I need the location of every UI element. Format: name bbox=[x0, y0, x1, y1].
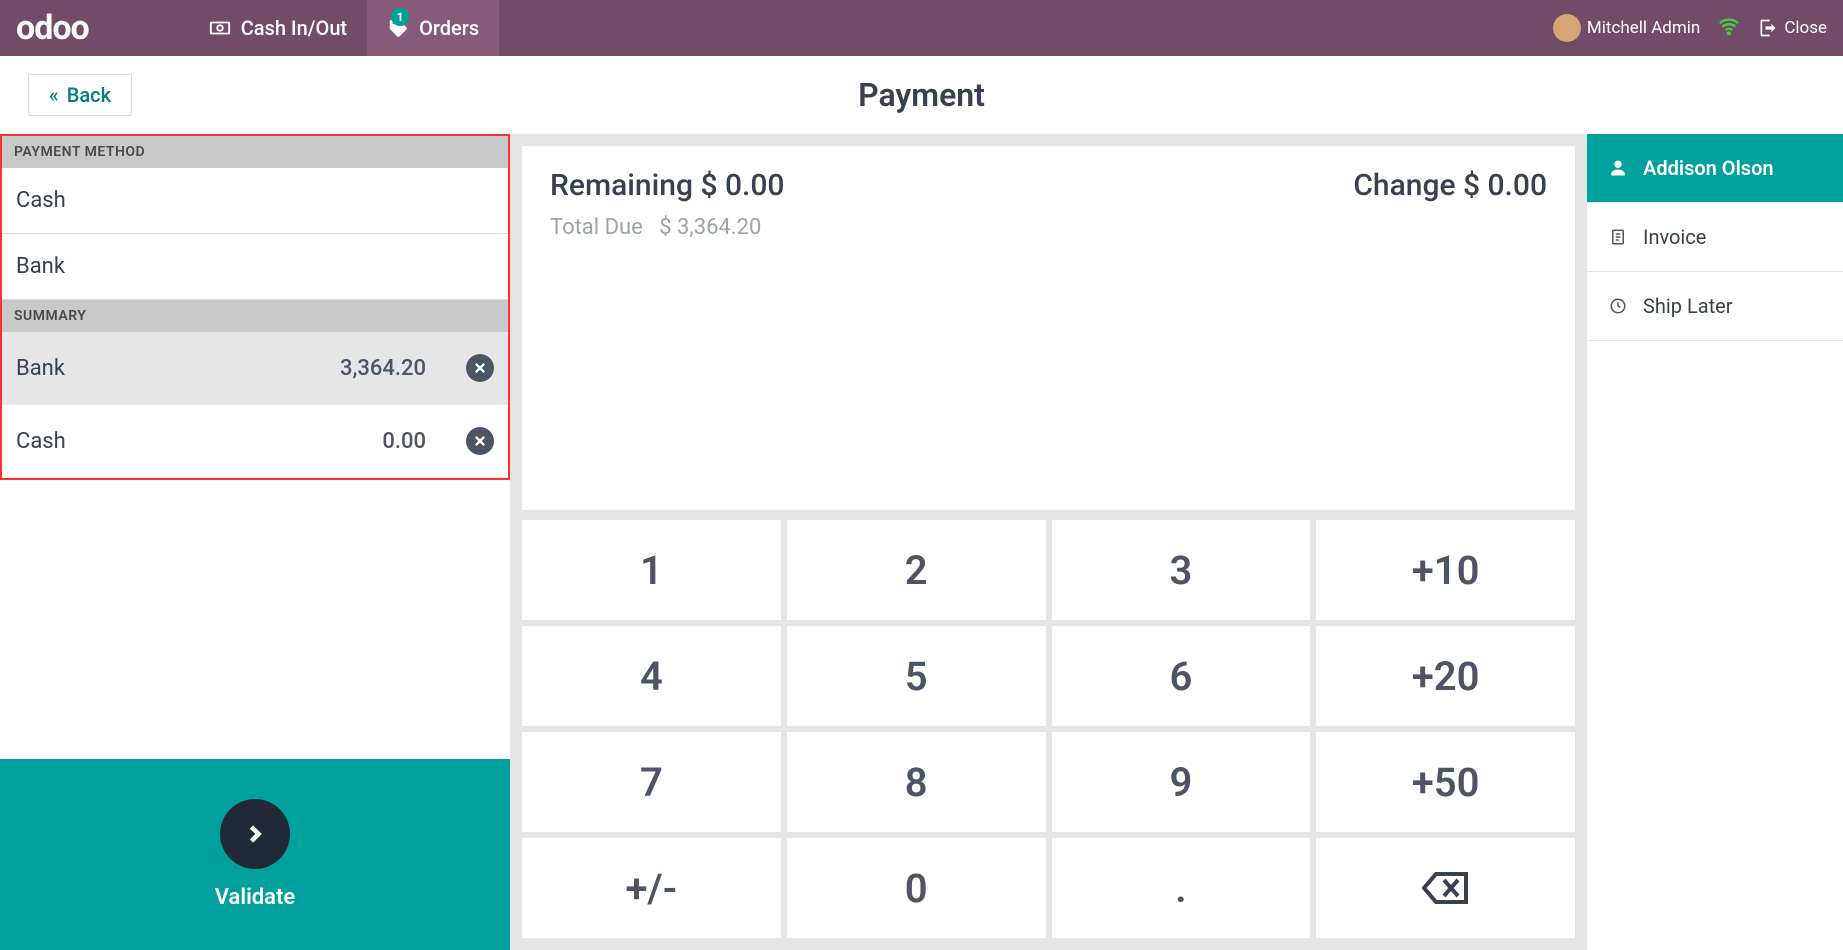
summary-row-cash[interactable]: Cash 0.00 bbox=[2, 405, 508, 478]
total-due-block: Total Due $ 3,364.20 bbox=[550, 215, 1547, 240]
info-panel: Remaining $ 0.00 Change $ 0.00 Total Due… bbox=[522, 146, 1575, 510]
right-column: Addison Olson Invoice Ship Later bbox=[1587, 134, 1843, 950]
close-button[interactable]: Close bbox=[1758, 18, 1827, 38]
change-value: $ 0.00 bbox=[1463, 168, 1547, 203]
cash-icon bbox=[209, 17, 231, 39]
remaining-value: $ 0.00 bbox=[700, 168, 784, 203]
nav-orders-label: Orders bbox=[419, 16, 479, 40]
user-name: Mitchell Admin bbox=[1587, 18, 1700, 38]
numpad-2[interactable]: 2 bbox=[787, 520, 1046, 620]
main: PAYMENT METHOD Cash Bank SUMMARY Bank 3,… bbox=[0, 134, 1843, 950]
customer-name: Addison Olson bbox=[1643, 156, 1774, 180]
invoice-button[interactable]: Invoice bbox=[1587, 203, 1843, 272]
payment-panel: PAYMENT METHOD Cash Bank SUMMARY Bank 3,… bbox=[0, 134, 510, 480]
validate-circle bbox=[220, 799, 290, 869]
topbar-right: Mitchell Admin Close bbox=[1553, 14, 1827, 42]
back-button[interactable]: « Back bbox=[28, 74, 132, 116]
remaining-label: Remaining bbox=[550, 168, 693, 203]
odoo-logo: odoo bbox=[16, 8, 89, 48]
numpad-plus-50[interactable]: +50 bbox=[1316, 732, 1575, 832]
wifi-icon bbox=[1718, 15, 1740, 42]
numpad-4[interactable]: 4 bbox=[522, 626, 781, 726]
subheader: « Back Payment bbox=[0, 56, 1843, 134]
page-title: Payment bbox=[858, 76, 985, 114]
left-column: PAYMENT METHOD Cash Bank SUMMARY Bank 3,… bbox=[0, 134, 510, 950]
chevron-left-icon: « bbox=[49, 83, 59, 107]
orders-badge: 1 bbox=[391, 8, 409, 26]
back-label: Back bbox=[67, 83, 111, 107]
numpad-1[interactable]: 1 bbox=[522, 520, 781, 620]
numpad-9[interactable]: 9 bbox=[1052, 732, 1311, 832]
person-icon bbox=[1607, 159, 1629, 177]
payment-method-bank[interactable]: Bank bbox=[2, 234, 508, 300]
ship-later-label: Ship Later bbox=[1643, 294, 1733, 318]
payment-method-cash[interactable]: Cash bbox=[2, 168, 508, 234]
numpad-0[interactable]: 0 bbox=[787, 838, 1046, 938]
remove-cash-button[interactable] bbox=[466, 427, 494, 455]
total-due-value: $ 3,364.20 bbox=[659, 215, 761, 240]
numpad-sign[interactable]: +/- bbox=[522, 838, 781, 938]
x-icon bbox=[473, 361, 487, 375]
numpad-7[interactable]: 7 bbox=[522, 732, 781, 832]
nav-cash-in-out[interactable]: Cash In/Out bbox=[189, 0, 367, 56]
remaining-block: Remaining $ 0.00 bbox=[550, 168, 784, 203]
summary-header: SUMMARY bbox=[2, 300, 508, 332]
topbar: odoo Cash In/Out 1 Orders Mitchell Admin… bbox=[0, 0, 1843, 56]
customer-button[interactable]: Addison Olson bbox=[1587, 134, 1843, 203]
remove-bank-button[interactable] bbox=[466, 354, 494, 382]
numpad-8[interactable]: 8 bbox=[787, 732, 1046, 832]
chevron-right-icon bbox=[241, 820, 269, 848]
summary-amount: 0.00 bbox=[382, 429, 426, 454]
numpad-6[interactable]: 6 bbox=[1052, 626, 1311, 726]
numpad-dot[interactable]: . bbox=[1052, 838, 1311, 938]
numpad-plus-10[interactable]: +10 bbox=[1316, 520, 1575, 620]
numpad-5[interactable]: 5 bbox=[787, 626, 1046, 726]
nav-cash-label: Cash In/Out bbox=[241, 16, 347, 40]
ship-later-button[interactable]: Ship Later bbox=[1587, 272, 1843, 341]
numpad-plus-20[interactable]: +20 bbox=[1316, 626, 1575, 726]
avatar bbox=[1553, 14, 1581, 42]
invoice-icon bbox=[1607, 228, 1629, 246]
x-icon bbox=[473, 434, 487, 448]
topbar-nav: Cash In/Out 1 Orders bbox=[189, 0, 499, 56]
payment-method-header: PAYMENT METHOD bbox=[2, 136, 508, 168]
change-label: Change bbox=[1353, 168, 1455, 203]
numpad: 1 2 3 +10 4 5 6 +20 7 8 9 +50 +/- 0 . bbox=[522, 520, 1575, 938]
summary-amount: 3,364.20 bbox=[340, 356, 426, 381]
close-icon bbox=[1758, 18, 1778, 38]
summary-label: Bank bbox=[16, 356, 340, 381]
total-due-label: Total Due bbox=[550, 215, 643, 240]
clock-icon bbox=[1607, 297, 1629, 315]
summary-row-bank[interactable]: Bank 3,364.20 bbox=[2, 332, 508, 405]
backspace-icon bbox=[1422, 868, 1470, 908]
numpad-backspace[interactable] bbox=[1316, 838, 1575, 938]
numpad-3[interactable]: 3 bbox=[1052, 520, 1311, 620]
left-spacer bbox=[0, 480, 510, 759]
summary-label: Cash bbox=[16, 429, 382, 454]
nav-orders[interactable]: 1 Orders bbox=[367, 0, 499, 56]
validate-button[interactable]: Validate bbox=[0, 759, 510, 950]
center-column: Remaining $ 0.00 Change $ 0.00 Total Due… bbox=[510, 134, 1587, 950]
user-menu[interactable]: Mitchell Admin bbox=[1553, 14, 1700, 42]
validate-label: Validate bbox=[215, 885, 295, 910]
close-label: Close bbox=[1784, 18, 1827, 38]
change-block: Change $ 0.00 bbox=[1353, 168, 1547, 203]
invoice-label: Invoice bbox=[1643, 225, 1706, 249]
